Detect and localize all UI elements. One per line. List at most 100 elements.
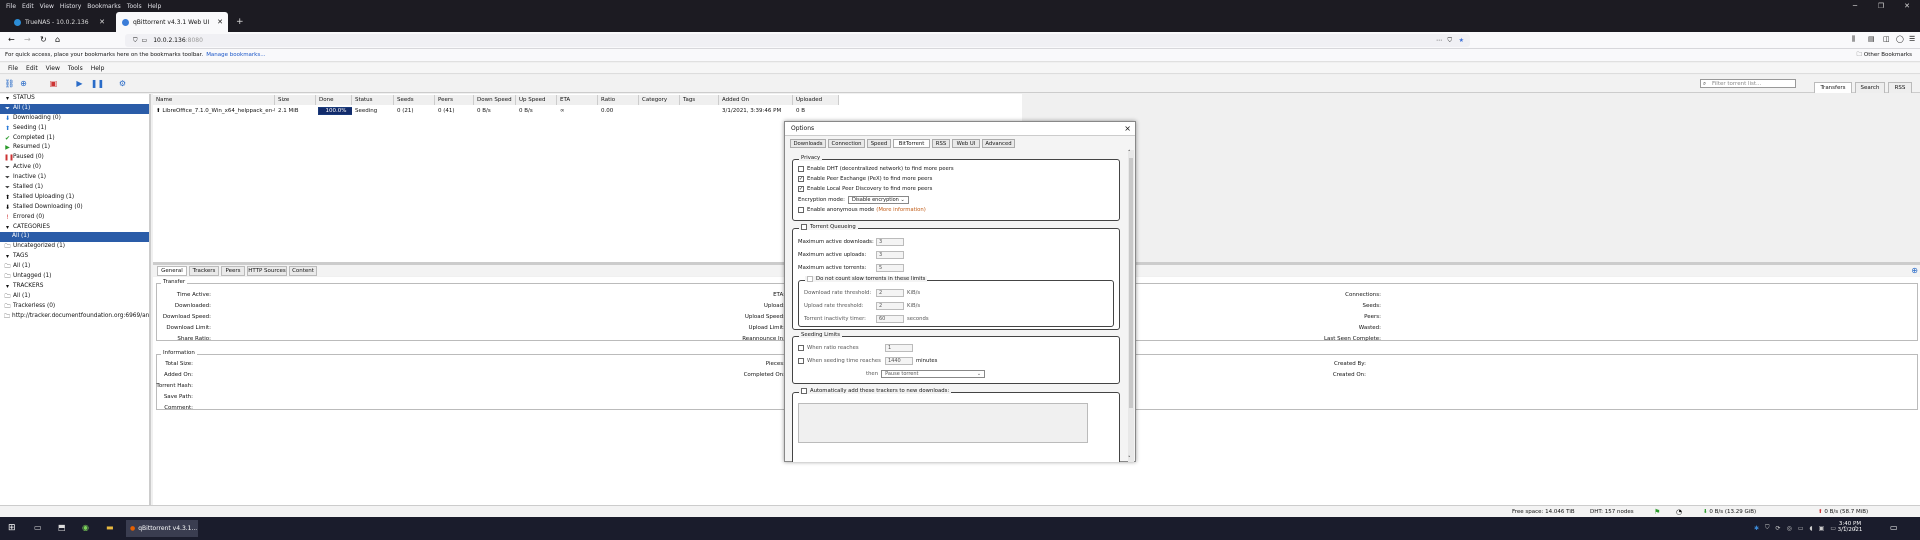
url-bar[interactable]: ⛉ ▭ 10.0.2.136 :8080 ⋯ ⛉ ★ bbox=[125, 34, 1470, 47]
tab-http-sources[interactable]: HTTP Sources bbox=[247, 266, 287, 276]
ratio-checkbox[interactable] bbox=[798, 345, 804, 351]
pex-checkbox-row[interactable]: ✓ Enable Peer Exchange (PeX) to find more… bbox=[798, 176, 932, 182]
bluetooth-icon[interactable]: ✱ bbox=[1754, 525, 1759, 532]
column-header-added-on[interactable]: Added On bbox=[719, 95, 793, 105]
tab-qbittorrent[interactable]: qBittorrent v4.3.1 Web UI ✕ bbox=[116, 12, 228, 32]
queueing-checkbox[interactable] bbox=[801, 224, 807, 230]
tab-general[interactable]: General bbox=[157, 266, 187, 276]
options-close-icon[interactable]: × bbox=[1124, 122, 1131, 136]
back-icon[interactable]: ← bbox=[8, 35, 15, 44]
notifications-icon[interactable]: ▭ bbox=[1890, 523, 1898, 532]
qbt-menu-file[interactable]: File bbox=[8, 65, 18, 72]
opt-tab-webui[interactable]: Web UI bbox=[952, 139, 980, 148]
reload-icon[interactable]: ↻ bbox=[40, 35, 47, 44]
dht-checkbox-row[interactable]: Enable DHT (decentralized network) to fi… bbox=[798, 166, 954, 172]
column-header-seeds[interactable]: Seeds bbox=[394, 95, 435, 105]
account-icon[interactable]: ◯ bbox=[1896, 35, 1904, 43]
qbt-menu-help[interactable]: Help bbox=[91, 65, 105, 72]
network-tray-icon[interactable]: ▭ bbox=[1798, 525, 1804, 532]
column-header-done[interactable]: Done bbox=[316, 95, 352, 105]
tracker-trackerless[interactable]: 🗀 Trackerless (0) bbox=[0, 302, 149, 312]
scroll-down-icon[interactable]: ˅ bbox=[1128, 456, 1131, 462]
options-titlebar[interactable]: Options × bbox=[785, 122, 1135, 136]
close-tab-icon[interactable]: ✕ bbox=[217, 18, 223, 26]
category-uncategorized[interactable]: 🗀 Uncategorized (1) bbox=[0, 242, 149, 252]
status-filter-item[interactable]: ⏷ Stalled (1) bbox=[0, 183, 149, 193]
status-filter-item[interactable]: ⬇ Stalled Downloading (0) bbox=[0, 203, 149, 213]
seed-time-input[interactable]: 1440 bbox=[885, 357, 913, 365]
speed-limit-icon[interactable]: ◔ bbox=[1676, 508, 1682, 516]
scroll-thumb[interactable] bbox=[1129, 158, 1133, 408]
anon-checkbox[interactable] bbox=[798, 207, 804, 213]
qbt-menu-view[interactable]: View bbox=[46, 65, 60, 72]
status-filter-item[interactable]: ⏷ Inactive (1) bbox=[0, 173, 149, 183]
category-all[interactable]: All (1) bbox=[0, 232, 149, 243]
nvidia-icon[interactable]: ◉ bbox=[82, 523, 89, 532]
tab-trackers[interactable]: Trackers bbox=[189, 266, 219, 276]
chat-icon[interactable]: ▣ bbox=[1819, 525, 1825, 532]
encryption-select[interactable]: Disable encryption ⌄ bbox=[847, 196, 909, 204]
status-filter-item[interactable]: ❚❚ Paused (0) bbox=[0, 153, 149, 163]
taskbar-firefox-window[interactable]: ● qBittorrent v4.3.1... bbox=[126, 520, 198, 537]
options-scrollbar[interactable]: ˄ ˅ bbox=[1128, 150, 1134, 462]
new-tab-button[interactable]: + bbox=[236, 17, 244, 27]
trackers-header[interactable]: ▾ TRACKERS bbox=[0, 282, 149, 292]
file-explorer-icon[interactable]: ▬ bbox=[106, 523, 114, 532]
column-header-name[interactable]: Name bbox=[153, 95, 275, 105]
inactivity-input[interactable]: 60 bbox=[876, 315, 904, 323]
status-filter-item[interactable]: ⏷ All (1) bbox=[0, 103, 149, 114]
categories-header[interactable]: ▾ CATEGORIES bbox=[0, 223, 149, 233]
status-filter-item[interactable]: ⬆ Stalled Uploading (1) bbox=[0, 193, 149, 203]
sync-icon[interactable]: ⟳ bbox=[1776, 525, 1781, 532]
ratio-input[interactable]: 1 bbox=[885, 344, 913, 352]
terminal-icon[interactable]: ▭ bbox=[34, 523, 42, 532]
ul-threshold-input[interactable]: 2 bbox=[876, 302, 904, 310]
opt-tab-connection[interactable]: Connection bbox=[828, 139, 865, 148]
opt-tab-bittorrent[interactable]: BitTorrent bbox=[893, 139, 930, 148]
status-header[interactable]: ▾ STATUS bbox=[0, 94, 149, 104]
maximize-icon[interactable]: ❐ bbox=[1868, 0, 1894, 12]
manage-bookmarks-link[interactable]: Manage bookmarks... bbox=[206, 52, 265, 58]
qbt-menu-edit[interactable]: Edit bbox=[26, 65, 38, 72]
shield-tray-icon[interactable]: ⛉ bbox=[1765, 524, 1770, 532]
column-header-peers[interactable]: Peers bbox=[435, 95, 474, 105]
tag-all[interactable]: 🗀 All (1) bbox=[0, 262, 149, 272]
opt-tab-advanced[interactable]: Advanced bbox=[982, 139, 1015, 148]
filter-torrent-input[interactable]: ⌕ Filter torrent list... bbox=[1700, 79, 1796, 88]
steam-icon[interactable]: ◎ bbox=[1787, 525, 1792, 532]
tab-transfers[interactable]: Transfers bbox=[1814, 82, 1852, 93]
tab-content[interactable]: Content bbox=[289, 266, 317, 276]
opt-tab-rss[interactable]: RSS bbox=[932, 139, 950, 148]
delete-icon[interactable]: ▣ bbox=[48, 78, 59, 89]
menu-file[interactable]: File bbox=[6, 3, 16, 10]
status-filter-item[interactable]: ! Errored (0) bbox=[0, 213, 149, 223]
column-header-down-speed[interactable]: Down Speed bbox=[474, 95, 516, 105]
page-actions-icon[interactable]: ⋯ bbox=[1436, 37, 1442, 44]
settings-gear-icon[interactable]: ⚙ bbox=[117, 78, 128, 89]
status-filter-item[interactable]: ✔ Completed (1) bbox=[0, 134, 149, 144]
connection-status-icon[interactable]: ⚑ bbox=[1654, 508, 1660, 516]
column-header-ratio[interactable]: Ratio bbox=[598, 95, 639, 105]
opt-tab-speed[interactable]: Speed bbox=[867, 139, 891, 148]
tab-rss[interactable]: RSS bbox=[1888, 82, 1912, 93]
sidebar-icon[interactable]: ▤ bbox=[1868, 35, 1875, 43]
resume-icon[interactable]: ▶ bbox=[74, 78, 85, 89]
dht-checkbox[interactable] bbox=[798, 166, 804, 172]
tracker-all[interactable]: 🗀 All (1) bbox=[0, 292, 149, 302]
add-link-icon[interactable]: ⛓ bbox=[4, 78, 15, 89]
max-downloads-input[interactable]: 3 bbox=[876, 238, 904, 246]
add-file-icon[interactable]: ⊕ bbox=[18, 78, 29, 89]
menu-view[interactable]: View bbox=[40, 3, 54, 10]
tag-untagged[interactable]: 🗀 Untagged (1) bbox=[0, 272, 149, 282]
status-filter-item[interactable]: ⬆ Seeding (1) bbox=[0, 124, 149, 134]
tab-truenas[interactable]: TrueNAS - 10.0.2.136 ✕ bbox=[8, 12, 110, 32]
status-filter-item[interactable]: ⏷ Active (0) bbox=[0, 163, 149, 173]
column-header-up-speed[interactable]: Up Speed bbox=[516, 95, 557, 105]
status-filter-item[interactable]: ⬇ Downloading (0) bbox=[0, 114, 149, 124]
seed-action-select[interactable]: Pause torrent ⌄ bbox=[881, 370, 986, 378]
pocket-save-icon[interactable]: ⛉ bbox=[1447, 37, 1452, 45]
tab-search[interactable]: Search bbox=[1855, 82, 1885, 93]
volume-icon[interactable]: ◖ bbox=[1810, 525, 1813, 532]
bookmark-star-icon[interactable]: ★ bbox=[1459, 37, 1464, 44]
expand-panel-icon[interactable]: ⊕ bbox=[1911, 266, 1918, 275]
